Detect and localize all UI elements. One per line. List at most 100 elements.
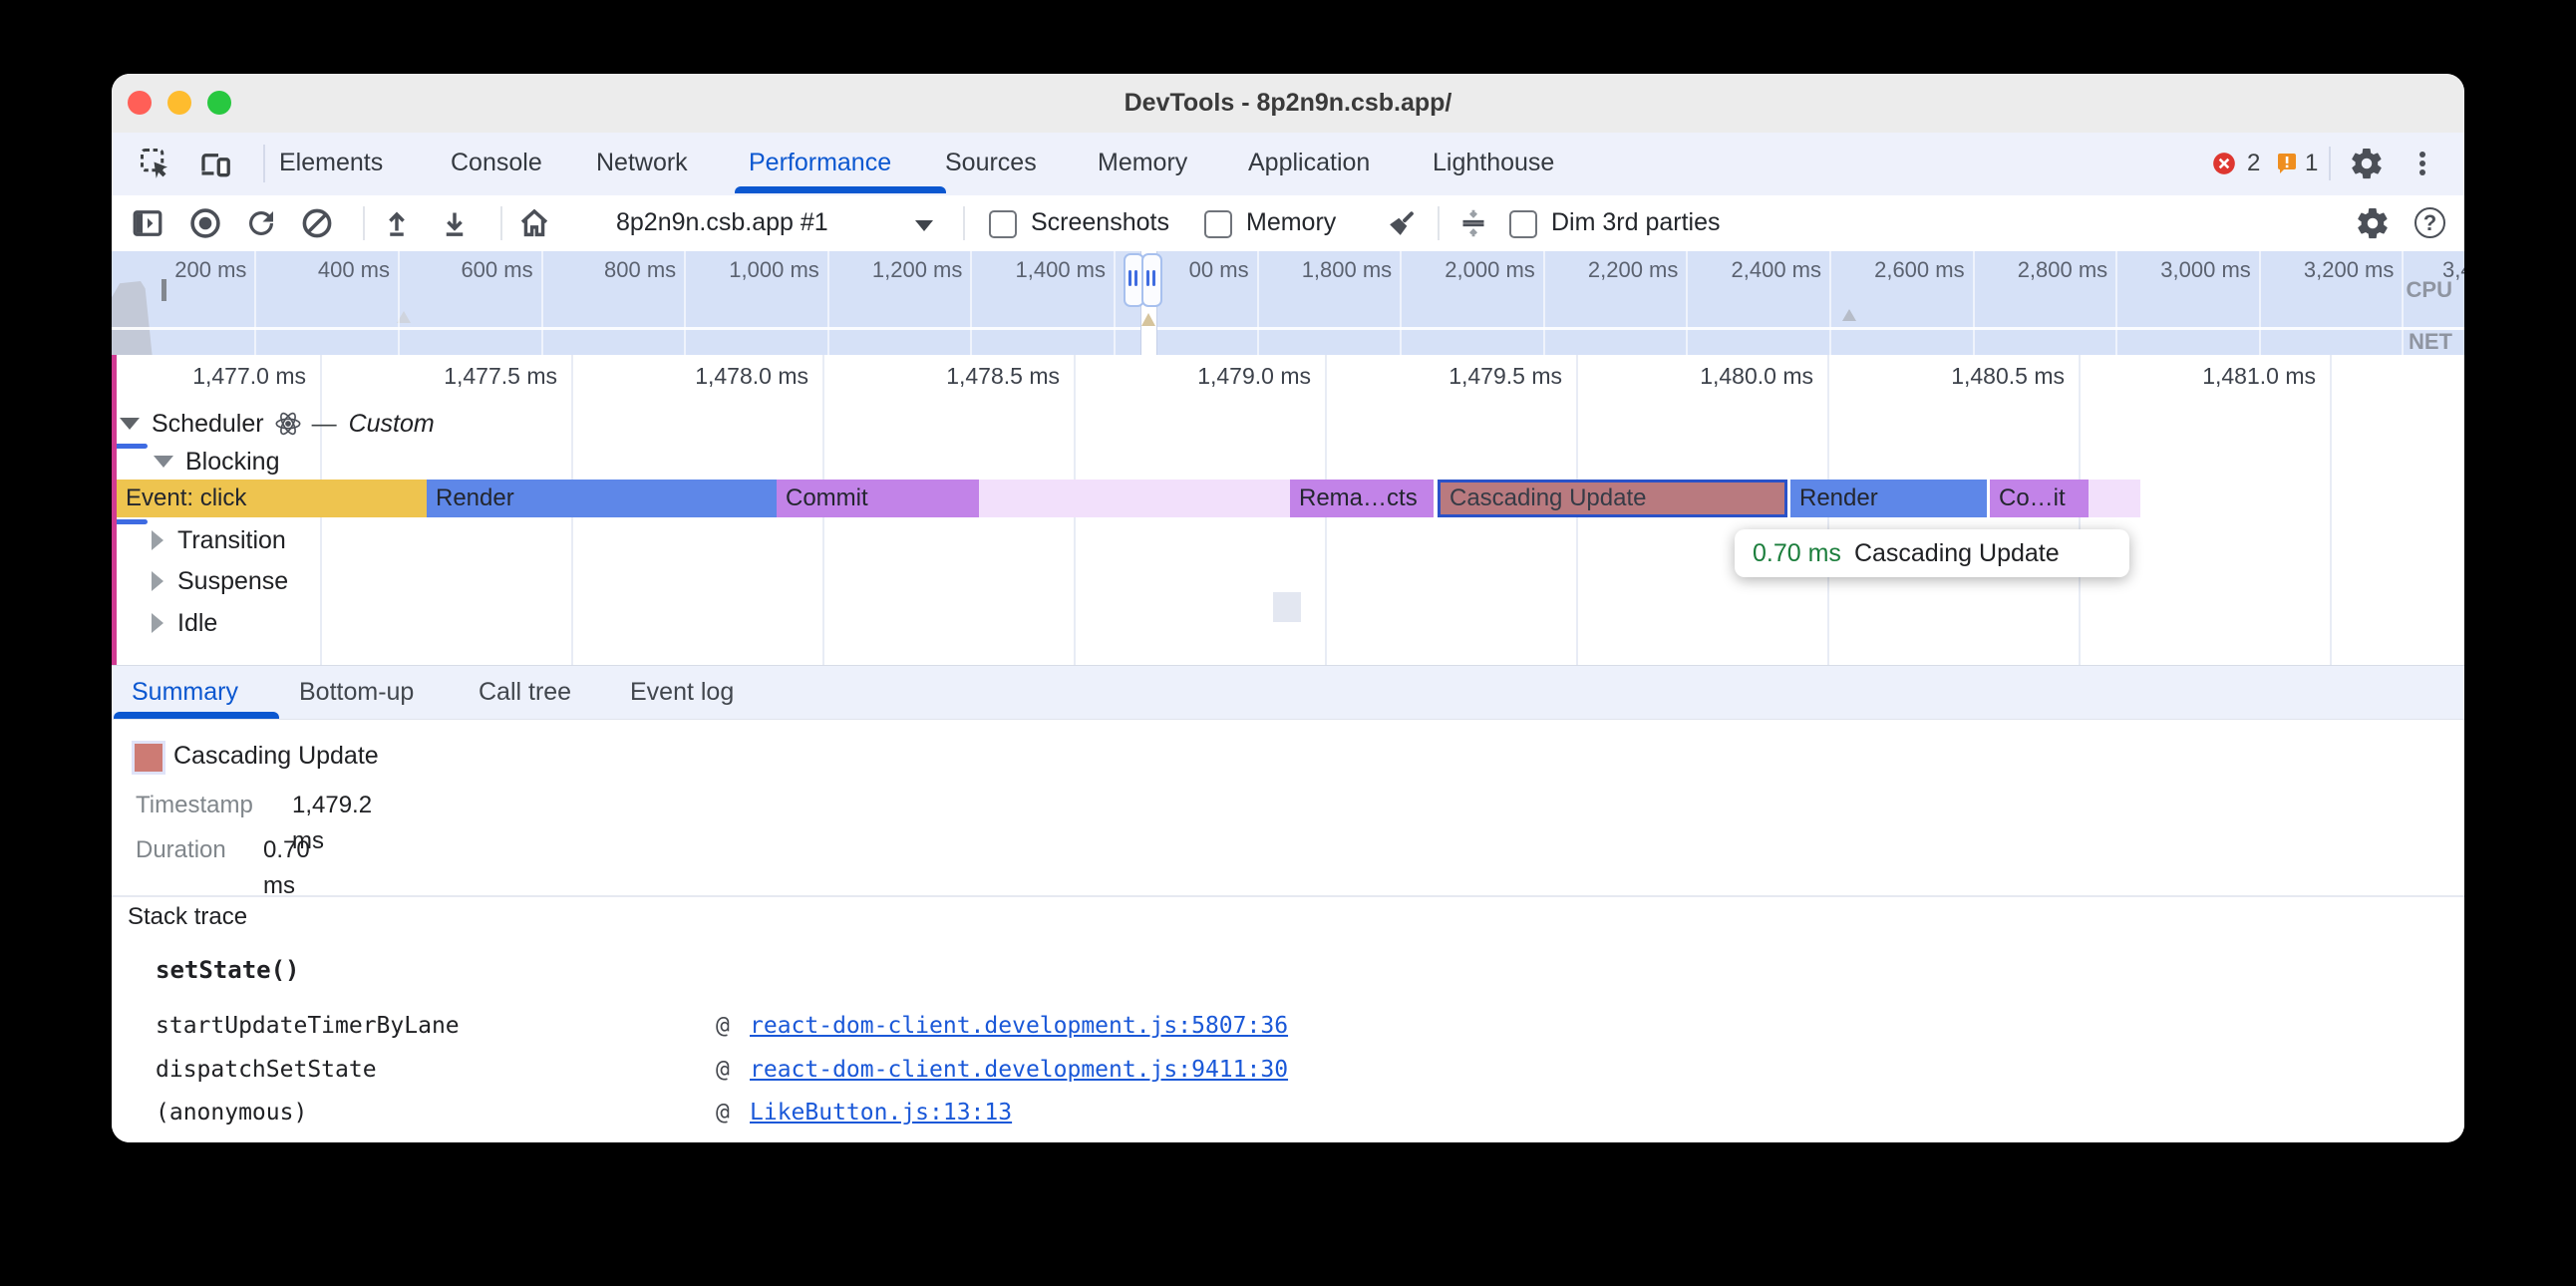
track-blue-mark <box>114 519 148 524</box>
collapse-triangle-icon[interactable] <box>154 456 173 468</box>
stack-frame-at: @ <box>716 1005 730 1048</box>
help-icon[interactable]: ? <box>2415 207 2450 243</box>
source-location-link[interactable]: react-dom-client.development.js:9411:30 <box>750 1049 1288 1092</box>
tab-sources[interactable]: Sources <box>945 133 1037 193</box>
record-icon[interactable] <box>187 205 223 241</box>
track-blocking[interactable]: Blocking <box>154 444 280 480</box>
stack-frame-row: startUpdateTimerByLane@react-dom-client.… <box>112 1005 2464 1048</box>
flame-bar[interactable] <box>979 480 1290 517</box>
live-metrics-home-icon[interactable] <box>516 205 552 241</box>
tab-event-log[interactable]: Event log <box>630 666 734 719</box>
inspect-element-icon[interactable] <box>138 146 173 181</box>
error-count[interactable]: 2 <box>2247 133 2260 193</box>
active-tab-underline <box>735 186 946 193</box>
timestamp-label: Timestamp <box>136 792 253 818</box>
tab-application[interactable]: Application <box>1248 133 1370 193</box>
net-divider <box>112 327 2464 330</box>
tab-bottom-up[interactable]: Bottom-up <box>299 666 414 719</box>
collapse-triangle-icon[interactable] <box>120 418 140 430</box>
warning-count[interactable]: 1 <box>2305 133 2318 193</box>
clear-icon[interactable] <box>299 205 335 241</box>
flame-magenta-marker <box>112 355 117 665</box>
track-idle[interactable]: Idle <box>152 605 217 641</box>
screenshots-checkbox[interactable] <box>989 210 1017 238</box>
tab-network[interactable]: Network <box>596 133 688 193</box>
stack-frame-at: @ <box>716 1049 730 1092</box>
expand-triangle-icon[interactable] <box>152 613 163 633</box>
flame-bar-label: Co…it <box>1990 484 2066 511</box>
flame-bar[interactable]: Co…it <box>1990 480 2089 517</box>
tab-performance[interactable]: Performance <box>749 133 891 193</box>
warning-count-icon[interactable] <box>2275 152 2299 175</box>
flame-bar[interactable]: Rema…cts <box>1290 480 1434 517</box>
macos-titlebar: DevTools - 8p2n9n.csb.app/ <box>112 74 2464 134</box>
history-select-caret-icon[interactable] <box>915 220 933 231</box>
track-transition[interactable]: Transition <box>152 522 286 558</box>
flame-bar[interactable]: Cascading Update <box>1438 480 1787 517</box>
toggle-sidebar-icon[interactable] <box>130 205 165 241</box>
screenshots-label[interactable]: Screenshots <box>1031 195 1169 249</box>
settings-gear-icon[interactable] <box>2349 146 2385 181</box>
flame-bar[interactable]: Render <box>1790 480 1987 517</box>
performance-toolbar: 8p2n9n.csb.app #1 Screenshots Memory Dim… <box>112 195 2464 253</box>
dim-3rd-parties-checkbox[interactable] <box>1509 210 1537 238</box>
devtools-window: DevTools - 8p2n9n.csb.app/ Elements Cons… <box>112 74 2464 1142</box>
flame-bar[interactable]: Event: click <box>117 480 427 517</box>
tabbar-divider <box>263 145 265 182</box>
track-scheduler-label: Scheduler <box>152 410 264 439</box>
flame-bar[interactable]: Commit <box>777 480 979 517</box>
details-tabbar: Summary Bottom-up Call tree Event log <box>112 665 2464 720</box>
overview-tick-label: 1,000 ms <box>670 257 819 283</box>
flame-bar-label: Event: click <box>117 484 246 511</box>
history-select[interactable]: 8p2n9n.csb.app #1 <box>616 195 828 249</box>
summary-tab-underline <box>114 712 279 719</box>
ruler-gridline <box>2330 355 2332 665</box>
memory-label[interactable]: Memory <box>1246 195 1336 249</box>
track-idle-label: Idle <box>177 609 217 638</box>
expand-triangle-icon[interactable] <box>152 530 163 550</box>
stack-origin: setState() <box>156 949 300 991</box>
section-divider <box>112 895 2464 897</box>
save-profile-icon[interactable] <box>437 205 473 241</box>
tab-elements[interactable]: Elements <box>279 133 383 193</box>
overview-tick-label: 400 ms <box>240 257 390 283</box>
stack-frame-row: dispatchSetState@react-dom-client.develo… <box>112 1049 2464 1092</box>
tab-lighthouse[interactable]: Lighthouse <box>1433 133 1554 193</box>
flame-bar-label: Render <box>1790 484 1878 511</box>
performance-settings-gear-icon[interactable] <box>2355 205 2391 241</box>
dim-3rd-parties-label[interactable]: Dim 3rd parties <box>1551 195 1721 249</box>
track-suspense-label: Suspense <box>177 567 288 596</box>
record-and-reload-icon[interactable] <box>243 205 279 241</box>
overview-tick-label: 2,600 ms <box>1815 257 1965 283</box>
memory-checkbox[interactable] <box>1204 210 1232 238</box>
devtools-tabbar: Elements Console Network Performance Sou… <box>112 133 2464 197</box>
track-blocking-label: Blocking <box>185 448 280 477</box>
flame-tooltip: 0.70 ms Cascading Update <box>1735 529 2129 577</box>
tab-call-tree[interactable]: Call tree <box>479 666 571 719</box>
device-toolbar-icon[interactable] <box>197 146 233 181</box>
stack-frame-at: @ <box>716 1092 730 1134</box>
overview-gridline <box>2402 251 2404 355</box>
error-count-icon[interactable] <box>2211 151 2237 176</box>
tab-console[interactable]: Console <box>451 133 542 193</box>
tabbar-right-divider <box>2329 147 2331 180</box>
shrink-flame-chart-icon[interactable] <box>1455 205 1491 241</box>
flame-bar[interactable]: Render <box>427 480 777 517</box>
track-scheduler[interactable]: Scheduler — Custom <box>120 406 435 442</box>
summary-panel: Cascading Update Timestamp 1,479.2 ms Du… <box>112 720 2464 1142</box>
toolbar-separator <box>1438 206 1440 240</box>
flame-bar-label: Cascading Update <box>1441 484 1646 511</box>
track-kind-label: Custom <box>349 410 435 439</box>
source-location-link[interactable]: LikeButton.js:13:13 <box>750 1092 1012 1134</box>
load-profile-icon[interactable] <box>379 205 415 241</box>
track-suspense[interactable]: Suspense <box>152 563 288 599</box>
collect-garbage-broom-icon[interactable] <box>1384 205 1420 241</box>
overview-tick-label: 2,800 ms <box>1958 257 2107 283</box>
more-options-kebab-icon[interactable] <box>2413 149 2432 184</box>
ruler-tick-label: 1,479.0 ms <box>1141 363 1311 390</box>
expand-triangle-icon[interactable] <box>152 571 163 591</box>
flame-bar[interactable] <box>2089 480 2140 517</box>
overview[interactable]: CPU NET 200 ms400 ms600 ms800 ms1,000 ms… <box>112 251 2464 356</box>
source-location-link[interactable]: react-dom-client.development.js:5807:36 <box>750 1005 1288 1048</box>
tab-memory[interactable]: Memory <box>1098 133 1187 193</box>
